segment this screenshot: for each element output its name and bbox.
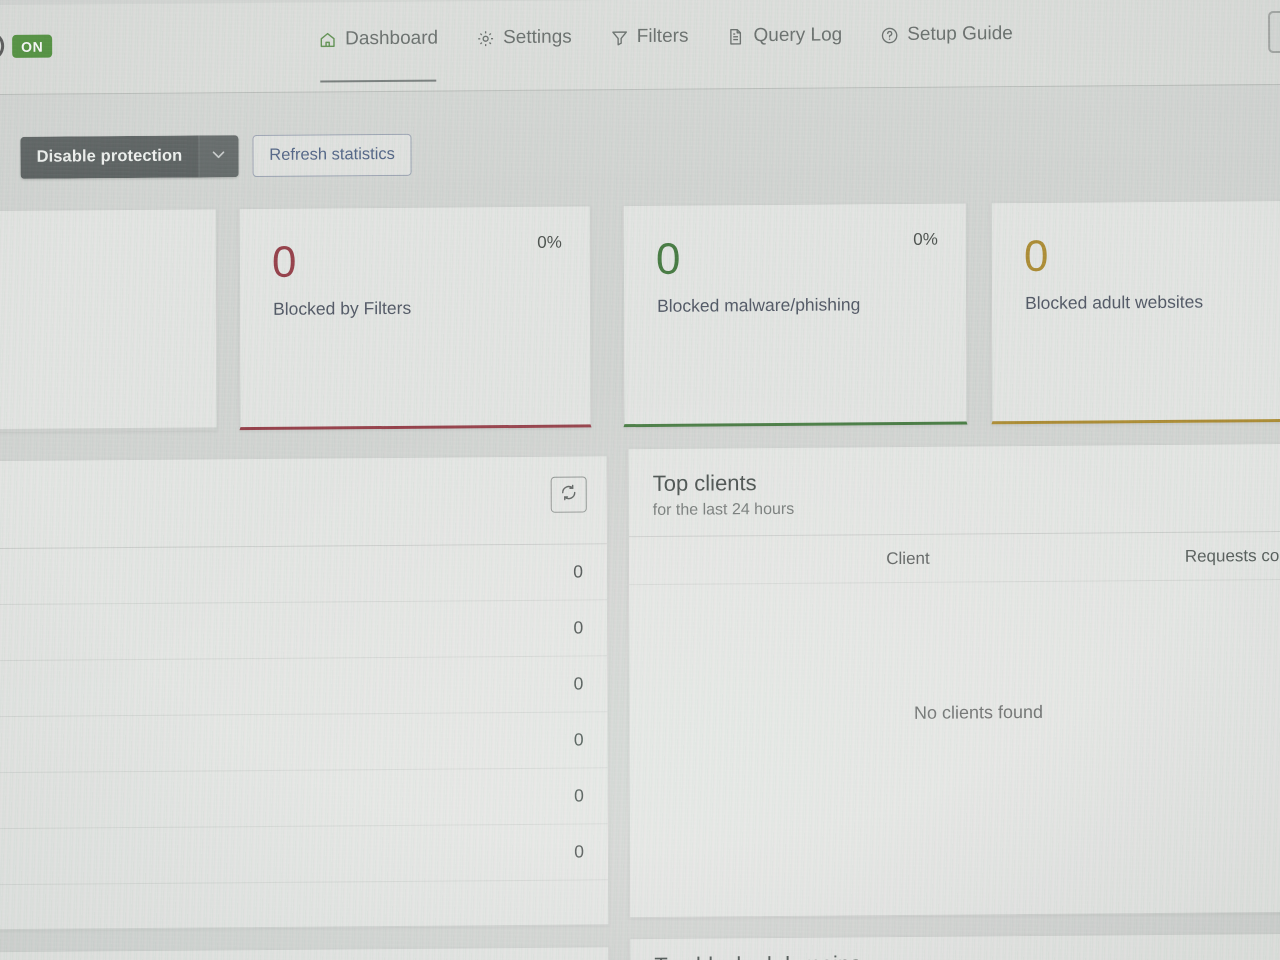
- nav-label-settings: Settings: [503, 26, 572, 49]
- top-queried-domains-title: [0, 947, 608, 960]
- column-header-client: Client: [886, 549, 930, 569]
- stat-card-blocked-by-filters[interactable]: 0 Blocked by Filters 0%: [238, 205, 592, 431]
- disable-protection-split-button[interactable]: Disable protection: [20, 135, 239, 179]
- stat-row-value: 0: [457, 600, 608, 658]
- general-statistics-panel: General statistics for the last 24 hours: [0, 455, 610, 933]
- stat-card-blocked-malware-phishing[interactable]: 0 Blocked malware/phishing 0%: [622, 202, 968, 428]
- stat-card-percent: 0%: [537, 232, 562, 252]
- protection-status-badge[interactable]: ON: [12, 34, 53, 58]
- stat-cards-row: 0 Blocked by Filters 0% 0 Blocked malwar…: [0, 199, 1280, 438]
- general-statistics-title: General statistics: [0, 478, 585, 510]
- nav-item-filters[interactable]: Filters: [606, 24, 693, 59]
- stat-row-value: 0: [457, 824, 609, 882]
- stat-card-value: 0: [655, 234, 681, 284]
- nav-label-dashboard: Dashboard: [345, 27, 439, 50]
- general-statistics-subtitle: for the last 24 hours: [0, 510, 585, 535]
- nav-items: Dashboard Settings Filters Query Log Set…: [314, 21, 1017, 83]
- filter-icon: [610, 28, 629, 47]
- top-blocked-domains-panel: Top blocked domains: [629, 932, 1280, 960]
- stat-row-label: Average processing time?: [0, 825, 459, 888]
- stat-card-label: Blocked adult websites: [1025, 291, 1204, 314]
- general-statistics-header: General statistics for the last 24 hours: [0, 456, 607, 552]
- table-row: Blocked by Filters? 0: [0, 600, 608, 664]
- refresh-statistics-button[interactable]: Refresh statistics: [252, 133, 412, 178]
- screen-photo: ON Dashboard Settings Filters Query Log …: [0, 0, 1280, 960]
- adguard-dashboard-page: ON Dashboard Settings Filters Query Log …: [0, 0, 1280, 960]
- stat-card-percent: 0%: [913, 229, 938, 249]
- stat-row-value: 0: [457, 712, 608, 770]
- top-queried-domains-panel: [0, 946, 610, 960]
- top-clients-header: Top clients for the last 24 hours: [628, 443, 1280, 538]
- home-icon: [318, 30, 337, 49]
- table-row: DNS queries? 0: [0, 544, 608, 608]
- stat-card-value: 0: [1023, 231, 1049, 282]
- stat-card-label: Blocked by Filters: [273, 297, 412, 319]
- dashboard-toolbar: Disable protection Refresh statistics: [0, 113, 1280, 193]
- adguard-logo-icon: [0, 33, 5, 60]
- refresh-icon: [560, 483, 578, 506]
- stat-row-label: Blocked by Filters?: [0, 601, 458, 664]
- nav-item-dashboard[interactable]: Dashboard: [314, 26, 442, 83]
- top-navbar: ON Dashboard Settings Filters Query Log …: [0, 0, 1280, 96]
- top-clients-panel: Top clients for the last 24 hours Client…: [627, 442, 1280, 919]
- nav-item-query-log[interactable]: Query Log: [722, 22, 846, 57]
- nav-label-query-log: Query Log: [753, 24, 843, 47]
- disable-protection-dropdown-toggle[interactable]: [198, 135, 239, 178]
- stat-row-label: DNS queries?: [0, 545, 458, 608]
- stat-row-label: Blocked malware/phishing?: [0, 657, 458, 720]
- stat-card-dns-queries[interactable]: [0, 208, 218, 433]
- nav-item-setup-guide[interactable]: Setup Guide: [876, 21, 1017, 56]
- chevron-down-icon: [209, 144, 229, 169]
- nav-item-settings[interactable]: Settings: [472, 25, 576, 60]
- table-row: Average processing time? 0: [0, 824, 609, 888]
- column-header-requests-count: Requests count: [1184, 546, 1280, 567]
- general-statistics-refresh-button[interactable]: [550, 476, 587, 513]
- stat-row-value: 0: [456, 544, 608, 602]
- brand-area: ON: [0, 33, 53, 60]
- top-clients-title: Top clients: [652, 470, 757, 496]
- document-icon: [726, 27, 745, 46]
- stat-row-label: Blocked adult websites?: [0, 713, 458, 776]
- question-circle-icon: [880, 25, 899, 44]
- gear-icon: [476, 29, 495, 48]
- table-row: Enforced safe search? 0: [0, 768, 608, 832]
- navbar-edge-button[interactable]: [1268, 10, 1280, 54]
- active-tab-underline: [320, 79, 437, 83]
- top-clients-subtitle: for the last 24 hours: [652, 501, 795, 520]
- top-blocked-domains-title: Top blocked domains: [630, 934, 1280, 960]
- stat-card-blocked-adult-websites[interactable]: 0 Blocked adult websites: [990, 199, 1280, 425]
- nav-label-filters: Filters: [636, 25, 689, 48]
- stat-row-value: 0: [457, 768, 608, 826]
- stat-card-value: 0: [271, 237, 297, 287]
- stat-row-value: 0: [457, 656, 608, 714]
- stat-row-label: Enforced safe search?: [0, 769, 458, 832]
- table-row: Blocked malware/phishing? 0: [0, 656, 608, 720]
- top-clients-empty-message: No clients found: [913, 702, 1044, 724]
- disable-protection-button[interactable]: Disable protection: [20, 135, 199, 179]
- general-statistics-table: DNS queries? 0 Blocked by Filters? 0 Blo…: [0, 544, 609, 888]
- top-clients-table-header: Client Requests count: [628, 531, 1280, 586]
- stat-card-label: Blocked malware/phishing: [657, 294, 861, 316]
- nav-label-setup-guide: Setup Guide: [907, 23, 1013, 45]
- table-row: Blocked adult websites? 0: [0, 712, 608, 776]
